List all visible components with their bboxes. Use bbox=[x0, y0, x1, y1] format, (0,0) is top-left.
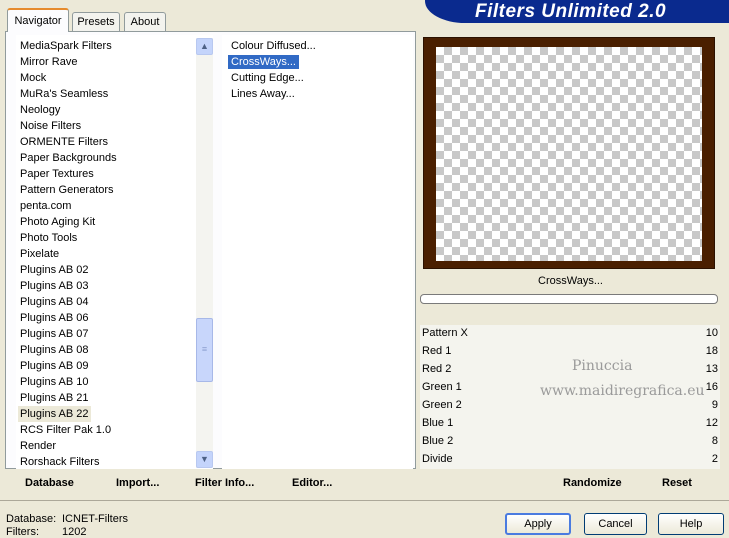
param-label: Blue 1 bbox=[422, 417, 454, 429]
category-item[interactable]: Plugins AB 07 bbox=[18, 326, 91, 342]
category-item[interactable]: Mirror Rave bbox=[18, 54, 79, 70]
filter-info-button[interactable]: Filter Info... bbox=[195, 477, 254, 489]
category-item[interactable]: Mock bbox=[18, 70, 48, 86]
param-value[interactable]: 12 bbox=[706, 417, 718, 429]
preview-frame bbox=[423, 37, 715, 269]
param-label: Red 2 bbox=[422, 363, 452, 375]
category-item[interactable]: Noise Filters bbox=[18, 118, 83, 134]
param-label: Blue 2 bbox=[422, 435, 454, 447]
param-label: Pattern X bbox=[422, 327, 468, 339]
category-item[interactable]: Photo Aging Kit bbox=[18, 214, 97, 230]
param-row[interactable]: Blue 1 12 bbox=[420, 415, 720, 433]
category-item[interactable]: MediaSpark Filters bbox=[18, 38, 114, 54]
category-item[interactable]: penta.com bbox=[18, 198, 73, 214]
category-item[interactable]: Plugins AB 10 bbox=[18, 374, 91, 390]
tab-presets[interactable]: Presets bbox=[72, 12, 120, 31]
category-item[interactable]: Plugins AB 21 bbox=[18, 390, 91, 406]
category-item[interactable]: Render bbox=[18, 438, 58, 454]
category-item[interactable]: Plugins AB 09 bbox=[18, 358, 91, 374]
filter-list[interactable]: Colour Diffused... CrossWays... Cutting Ed… bbox=[222, 35, 413, 469]
database-status-label: Database: bbox=[6, 513, 57, 525]
tab-navigator[interactable]: Navigator bbox=[7, 8, 69, 32]
editor-button[interactable]: Editor... bbox=[292, 477, 332, 489]
database-status-value: ICNET-Filters bbox=[62, 513, 128, 525]
help-button[interactable]: Help bbox=[658, 513, 724, 535]
category-item[interactable]: Neology bbox=[18, 102, 62, 118]
param-value[interactable]: 10 bbox=[706, 327, 718, 339]
param-row[interactable]: Green 2 9 bbox=[420, 397, 720, 415]
scroll-up-button[interactable]: ▲ bbox=[196, 38, 213, 55]
category-item[interactable]: Pixelate bbox=[18, 246, 61, 262]
navigator-panel: MediaSpark Filters Mirror Rave Mock MuRa's … bbox=[5, 31, 416, 469]
param-value[interactable]: 16 bbox=[706, 381, 718, 393]
app-title-banner: Filters Unlimited 2.0 bbox=[425, 0, 729, 23]
param-label: Green 1 bbox=[422, 381, 462, 393]
category-item[interactable]: Plugins AB 03 bbox=[18, 278, 91, 294]
filter-item[interactable]: Lines Away... bbox=[228, 87, 298, 101]
param-value[interactable]: 9 bbox=[712, 399, 718, 411]
param-row[interactable]: Blue 2 8 bbox=[420, 433, 720, 451]
divider bbox=[0, 500, 729, 501]
apply-button[interactable]: Apply bbox=[505, 513, 571, 535]
category-item[interactable]: Photo Tools bbox=[18, 230, 79, 246]
param-value[interactable]: 18 bbox=[706, 345, 718, 357]
filter-item[interactable]: CrossWays... bbox=[228, 55, 299, 69]
category-item[interactable]: Pattern Generators bbox=[18, 182, 116, 198]
category-item[interactable]: Rorshack Filters bbox=[18, 454, 101, 469]
category-item[interactable]: RCS Filter Pak 1.0 bbox=[18, 422, 113, 438]
category-item[interactable]: Plugins AB 08 bbox=[18, 342, 91, 358]
param-value[interactable]: 13 bbox=[706, 363, 718, 375]
category-item[interactable]: Plugins AB 06 bbox=[18, 310, 91, 326]
filter-item[interactable]: Colour Diffused... bbox=[228, 39, 319, 53]
param-label: Red 1 bbox=[422, 345, 452, 357]
randomize-button[interactable]: Randomize bbox=[563, 477, 622, 489]
param-row[interactable]: Pattern X 10 bbox=[420, 325, 720, 343]
database-button[interactable]: Database bbox=[25, 477, 74, 489]
scroll-down-button[interactable]: ▼ bbox=[196, 451, 213, 468]
param-value[interactable]: 2 bbox=[712, 453, 718, 465]
filters-count-label: Filters: bbox=[6, 526, 39, 538]
watermark-site: www.maidiregrafica.eu bbox=[540, 383, 705, 399]
category-item[interactable]: ORMENTE Filters bbox=[18, 134, 110, 150]
param-row[interactable]: Divide 2 bbox=[420, 451, 720, 469]
watermark-name: Pinuccia bbox=[572, 358, 633, 374]
category-item[interactable]: Paper Textures bbox=[18, 166, 96, 182]
param-label: Divide bbox=[422, 453, 453, 465]
preview-image bbox=[436, 47, 702, 261]
progress-bar bbox=[420, 294, 718, 304]
filters-count-value: 1202 bbox=[62, 526, 87, 538]
param-row[interactable]: Red 2 13 bbox=[420, 361, 720, 379]
scroll-thumb[interactable]: ≡ bbox=[196, 318, 213, 382]
tab-about[interactable]: About bbox=[124, 12, 166, 31]
category-item[interactable]: MuRa's Seamless bbox=[18, 86, 110, 102]
category-scrollbar[interactable]: ▲ ≡ ▼ bbox=[196, 38, 213, 468]
param-label: Green 2 bbox=[422, 399, 462, 411]
category-item[interactable]: Plugins AB 04 bbox=[18, 294, 91, 310]
cancel-button[interactable]: Cancel bbox=[584, 513, 647, 535]
filter-item[interactable]: Cutting Edge... bbox=[228, 71, 307, 85]
category-item[interactable]: Plugins AB 02 bbox=[18, 262, 91, 278]
category-item[interactable]: Plugins AB 22 bbox=[18, 406, 91, 422]
param-row[interactable]: Red 1 18 bbox=[420, 343, 720, 361]
param-value[interactable]: 8 bbox=[712, 435, 718, 447]
preview-caption: CrossWays... bbox=[538, 275, 603, 287]
import-button[interactable]: Import... bbox=[116, 477, 159, 489]
reset-button[interactable]: Reset bbox=[662, 477, 692, 489]
category-list[interactable]: MediaSpark Filters Mirror Rave Mock MuRa's … bbox=[16, 35, 213, 469]
category-item[interactable]: Paper Backgrounds bbox=[18, 150, 119, 166]
